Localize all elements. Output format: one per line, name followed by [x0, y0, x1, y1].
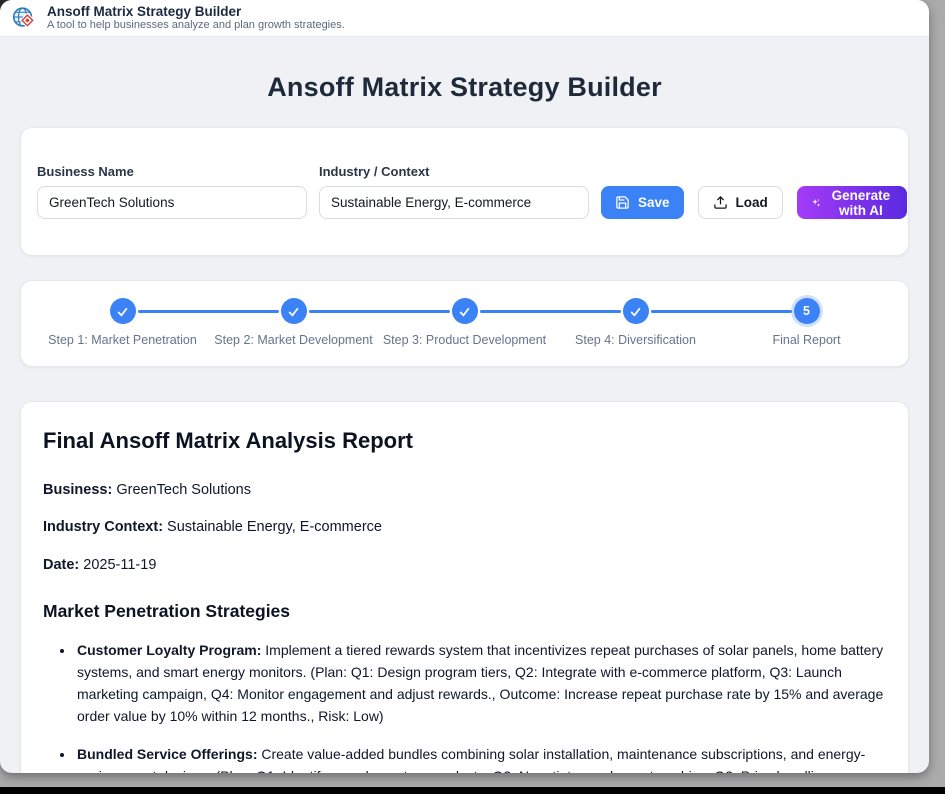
step-5-final-report[interactable]: 5 Final Report [721, 298, 892, 347]
step-1-circle [110, 298, 136, 324]
industry-input[interactable] [319, 186, 589, 219]
step-2-market-development[interactable]: Step 2: Market Development [208, 298, 379, 347]
app-subtitle: A tool to help businesses analyze and pl… [47, 19, 345, 32]
generate-button-label: Generate with AI [829, 188, 894, 218]
save-button[interactable]: Save [601, 186, 684, 219]
report-industry-value: Sustainable Energy, E-commerce [163, 519, 382, 535]
app-header: Ansoff Matrix Strategy Builder A tool to… [0, 0, 929, 37]
stepper: Step 1: Market Penetration Step 2: Marke… [37, 298, 892, 347]
strategy-item-title: Customer Loyalty Program: [77, 642, 261, 658]
report-business-label: Business: [43, 482, 112, 498]
report-section-title: Market Penetration Strategies [43, 601, 886, 622]
business-name-input[interactable] [37, 186, 307, 219]
strategy-bullet-list: Customer Loyalty Program: Implement a ti… [43, 639, 886, 773]
report-date-label: Date: [43, 557, 79, 573]
upload-icon [713, 195, 728, 210]
strategy-item-loyalty-program: Customer Loyalty Program: Implement a ti… [75, 639, 886, 727]
app-window: Ansoff Matrix Strategy Builder A tool to… [0, 0, 929, 773]
step-5-circle: 5 [794, 298, 820, 324]
check-icon [458, 305, 471, 318]
step-3-label: Step 3: Product Development [383, 333, 546, 347]
check-icon [287, 305, 300, 318]
step-1-label: Step 1: Market Penetration [48, 333, 197, 347]
app-title: Ansoff Matrix Strategy Builder [47, 4, 345, 20]
globe-commerce-icon [12, 6, 37, 31]
report-business-value: GreenTech Solutions [112, 482, 251, 498]
save-button-label: Save [638, 195, 670, 210]
step-3-circle [452, 298, 478, 324]
step-3-product-development[interactable]: Step 3: Product Development [379, 298, 550, 347]
industry-field-group: Industry / Context [319, 164, 589, 219]
industry-label: Industry / Context [319, 164, 589, 179]
report-business-line: Business: GreenTech Solutions [43, 482, 886, 499]
stepper-card: Step 1: Market Penetration Step 2: Marke… [20, 280, 909, 367]
step-5-number: 5 [803, 304, 810, 318]
final-report-card: Final Ansoff Matrix Analysis Report Busi… [20, 401, 909, 773]
strategy-item-bundled-services: Bundled Service Offerings: Create value-… [75, 743, 886, 773]
step-5-label: Final Report [772, 333, 840, 347]
step-2-label: Step 2: Market Development [214, 333, 372, 347]
step-1-market-penetration[interactable]: Step 1: Market Penetration [37, 298, 208, 347]
check-icon [629, 305, 642, 318]
screen-bottom-edge [0, 787, 945, 794]
report-industry-line: Industry Context: Sustainable Energy, E-… [43, 519, 886, 536]
form-actions: Save Load Generate with AI [601, 186, 907, 219]
report-date-value: 2025-11-19 [79, 557, 156, 573]
step-2-circle [281, 298, 307, 324]
check-icon [116, 305, 129, 318]
strategy-item-title: Bundled Service Offerings: [77, 746, 257, 762]
load-button[interactable]: Load [698, 186, 783, 219]
report-date-line: Date: 2025-11-19 [43, 557, 886, 574]
sparkles-icon [811, 195, 821, 211]
generate-with-ai-button[interactable]: Generate with AI [797, 186, 908, 219]
page-title: Ansoff Matrix Strategy Builder [0, 72, 929, 103]
report-industry-label: Industry Context: [43, 519, 163, 535]
business-name-field-group: Business Name [37, 164, 307, 219]
floppy-disk-icon [615, 195, 630, 210]
report-title: Final Ansoff Matrix Analysis Report [43, 428, 886, 454]
step-4-label: Step 4: Diversification [575, 333, 696, 347]
business-form-card: Business Name Industry / Context Save Lo… [20, 127, 909, 256]
business-name-label: Business Name [37, 164, 307, 179]
header-text: Ansoff Matrix Strategy Builder A tool to… [47, 4, 345, 32]
load-button-label: Load [736, 195, 768, 210]
step-4-circle [623, 298, 649, 324]
step-4-diversification[interactable]: Step 4: Diversification [550, 298, 721, 347]
